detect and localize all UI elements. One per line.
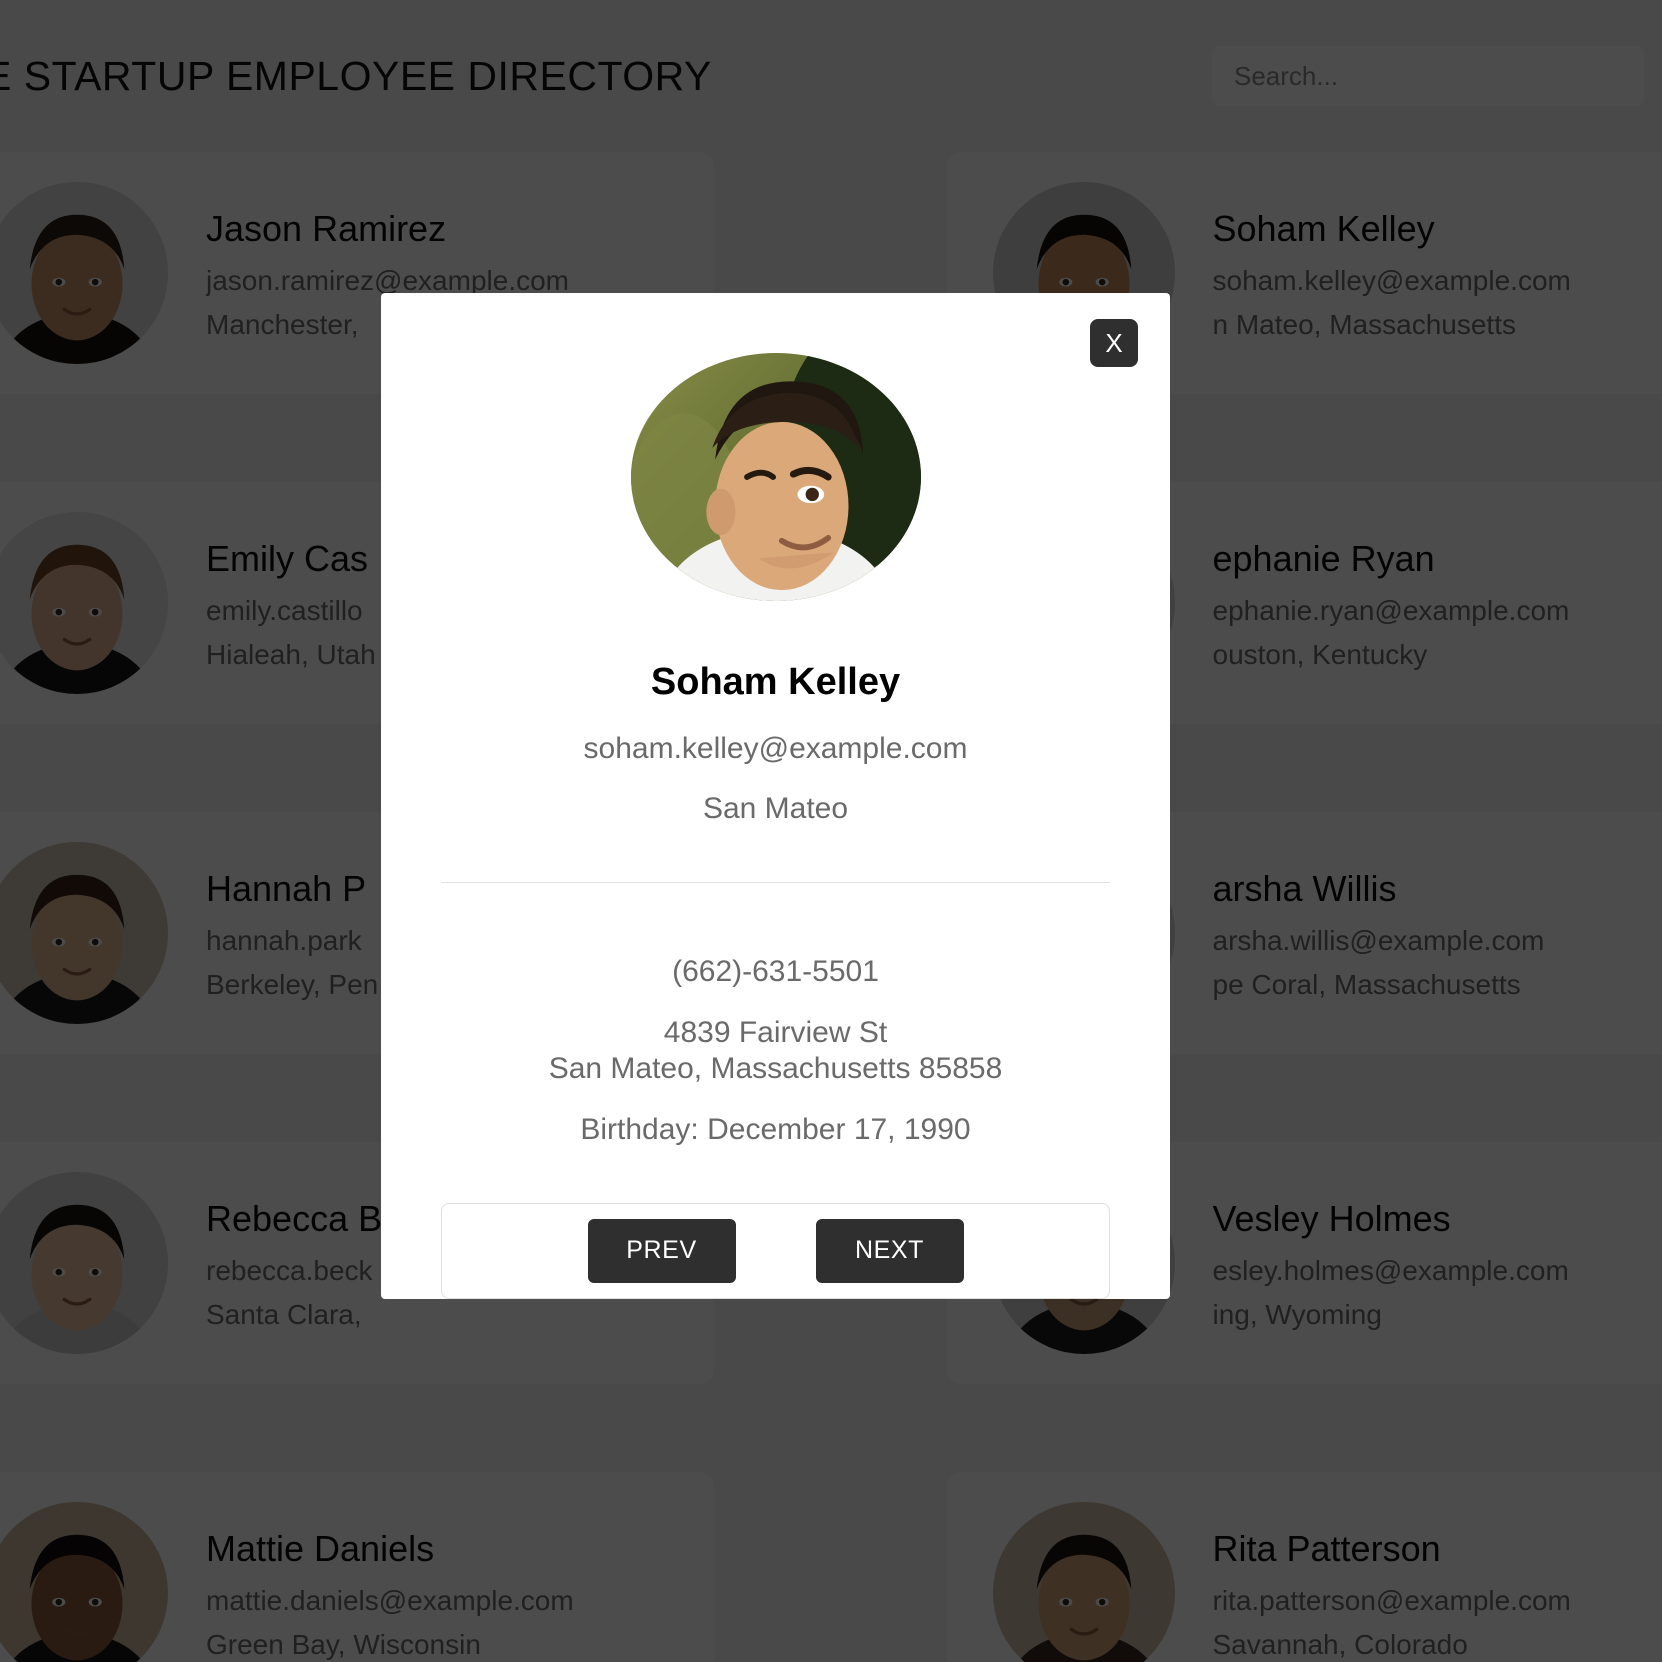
modal-employee-city: San Mateo <box>702 792 849 826</box>
modal-employee-name: Soham Kelley <box>650 661 901 704</box>
address-line-2: San Mateo, Massachusetts 85858 <box>548 1051 1003 1085</box>
app-root: E STARTUP EMPLOYEE DIRECTORY Jason Ramir… <box>0 0 1662 1662</box>
modal-nav-footer: PREV NEXT <box>441 1202 1110 1300</box>
modal-employee-birthday: Birthday: December 17, 1990 <box>580 1112 971 1146</box>
prev-button[interactable]: PREV <box>587 1218 736 1283</box>
modal-employee-phone: (662)-631-5501 <box>672 954 879 988</box>
employee-detail-modal: X Soham Kelley soham.kelley@example.com … <box>381 293 1170 1300</box>
address-line-1: 4839 Fairview St <box>663 1015 888 1049</box>
next-button[interactable]: NEXT <box>815 1218 964 1283</box>
modal-employee-address: 4839 Fairview St San Mateo, Massachusett… <box>549 1015 1003 1087</box>
modal-employee-email: soham.kelley@example.com <box>583 732 968 766</box>
modal-divider <box>441 882 1110 883</box>
close-icon[interactable]: X <box>1090 319 1138 367</box>
modal-avatar <box>630 353 921 602</box>
